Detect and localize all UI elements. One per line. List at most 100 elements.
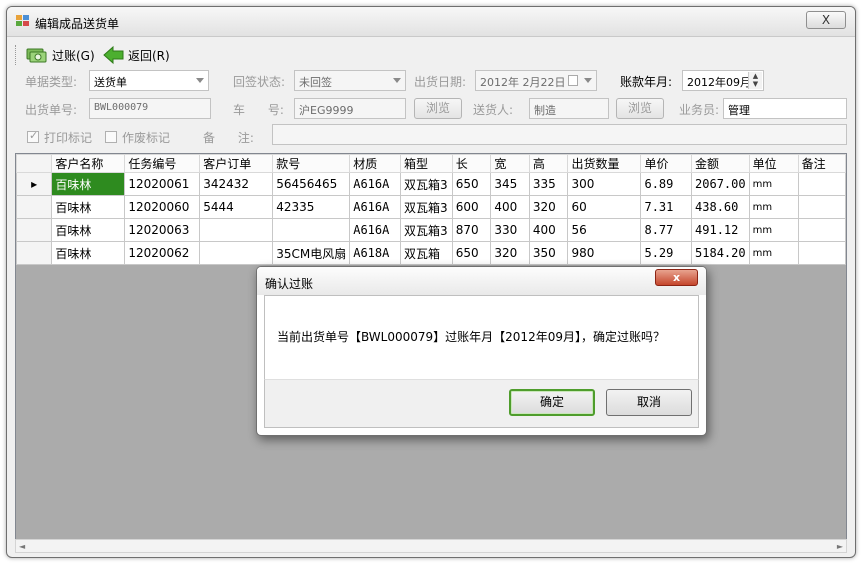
grid-cell[interactable]: mm bbox=[748, 241, 799, 265]
print-flag-checkbox[interactable] bbox=[27, 129, 39, 143]
grid-cell[interactable]: 双瓦箱3 bbox=[399, 172, 453, 196]
column-header[interactable]: 任务编号 bbox=[124, 154, 201, 173]
grid-cell[interactable] bbox=[797, 195, 846, 219]
grid-cell[interactable]: 双瓦箱 bbox=[399, 241, 453, 265]
grid-cell[interactable]: 870 bbox=[451, 218, 492, 242]
grid-cell[interactable]: 345 bbox=[490, 172, 530, 196]
grid-cell[interactable] bbox=[797, 218, 846, 242]
grid-cell[interactable]: 491.12 bbox=[691, 218, 750, 242]
row-header[interactable]: ▸ bbox=[16, 172, 53, 196]
column-header[interactable]: 箱型 bbox=[399, 154, 453, 173]
deliverer-browse-button[interactable]: 浏览 bbox=[616, 98, 664, 119]
window-close-button[interactable]: X bbox=[806, 11, 846, 29]
grid-cell[interactable]: 百味林 bbox=[51, 172, 126, 196]
vehicle-browse-button[interactable]: 浏览 bbox=[414, 98, 462, 119]
grid-cell[interactable]: 42335 bbox=[272, 195, 351, 219]
grid-cell[interactable]: 330 bbox=[490, 218, 530, 242]
grid-cell[interactable]: 320 bbox=[490, 241, 530, 265]
table-row[interactable]: 百味林 12020062 35CM电风扇 A618A 双瓦箱 650 320 350 980 5.… bbox=[16, 241, 846, 265]
dialog-close-button[interactable]: x bbox=[655, 269, 698, 286]
grid-cell[interactable]: 650 bbox=[451, 172, 492, 196]
back-button[interactable]: 返回(R) bbox=[103, 44, 170, 66]
scroll-left-icon[interactable]: ◄ bbox=[19, 542, 25, 551]
column-header[interactable]: 单价 bbox=[640, 154, 693, 173]
grid-cell[interactable]: 12020061 bbox=[124, 172, 201, 196]
table-row[interactable]: ▸ 百味林 12020061 342432 56456465 A616A 双瓦箱3 650 34… bbox=[16, 172, 846, 196]
salesman-field[interactable]: 管理 bbox=[723, 98, 847, 119]
grid-cell[interactable]: 400 bbox=[528, 218, 569, 242]
grid-cell[interactable]: 双瓦箱3 bbox=[399, 195, 453, 219]
grid-cell[interactable]: mm bbox=[748, 172, 799, 196]
grid-cell[interactable]: 2067.00 bbox=[691, 172, 750, 196]
grid-cell[interactable] bbox=[199, 241, 274, 265]
grid-cell[interactable]: 980 bbox=[567, 241, 642, 265]
grid-cell[interactable] bbox=[797, 172, 846, 196]
grid-cell[interactable]: 百味林 bbox=[51, 195, 126, 219]
grid-cell[interactable]: 百味林 bbox=[51, 218, 126, 242]
column-header[interactable]: 客户订单 bbox=[199, 154, 274, 173]
column-header[interactable]: 金额 bbox=[691, 154, 750, 173]
remark-field[interactable] bbox=[272, 124, 847, 145]
row-header[interactable] bbox=[16, 241, 53, 265]
row-header[interactable] bbox=[16, 195, 53, 219]
grid-cell[interactable] bbox=[797, 241, 846, 265]
grid-cell[interactable]: 650 bbox=[451, 241, 492, 265]
column-header[interactable]: 长 bbox=[451, 154, 492, 173]
grid-cell[interactable]: mm bbox=[748, 218, 799, 242]
grid-cell[interactable]: A616A bbox=[349, 172, 401, 196]
grid-cell[interactable]: 600 bbox=[451, 195, 492, 219]
column-header[interactable]: 出货数量 bbox=[567, 154, 642, 173]
grid-cell[interactable]: 双瓦箱3 bbox=[399, 218, 453, 242]
grid-cell[interactable]: 320 bbox=[528, 195, 569, 219]
grid-cell[interactable]: 300 bbox=[567, 172, 642, 196]
ship-date-picker[interactable]: 2012年 2月22日 bbox=[475, 70, 597, 91]
grid-cell[interactable]: 400 bbox=[490, 195, 530, 219]
horizontal-scrollbar[interactable]: ◄ ► bbox=[15, 539, 847, 553]
column-header[interactable]: 单位 bbox=[748, 154, 799, 173]
grid-cell[interactable] bbox=[272, 218, 351, 242]
column-header[interactable]: 备注 bbox=[797, 154, 846, 173]
grid-cell[interactable]: 6.89 bbox=[640, 172, 693, 196]
sign-status-select[interactable]: 未回签 bbox=[294, 70, 406, 91]
post-button[interactable]: 过账(G) bbox=[25, 44, 95, 66]
scroll-right-icon[interactable]: ► bbox=[837, 542, 843, 551]
grid-cell[interactable]: 342432 bbox=[199, 172, 274, 196]
column-header[interactable]: 客户名称 bbox=[51, 154, 126, 173]
grid-cell[interactable]: 350 bbox=[528, 241, 569, 265]
grid-cell[interactable]: 335 bbox=[528, 172, 569, 196]
grid-cell[interactable]: 5444 bbox=[199, 195, 274, 219]
grid-cell[interactable]: 8.77 bbox=[640, 218, 693, 242]
column-header[interactable]: 宽 bbox=[490, 154, 530, 173]
grid-cell[interactable] bbox=[199, 218, 274, 242]
grid-cell[interactable]: 438.60 bbox=[691, 195, 750, 219]
grid-cell[interactable]: 60 bbox=[567, 195, 642, 219]
dialog-title-bar[interactable]: 确认过账 x bbox=[257, 267, 706, 295]
column-header[interactable]: 材质 bbox=[349, 154, 401, 173]
ship-no-field[interactable]: BWL000079 bbox=[89, 98, 211, 119]
grid-cell[interactable]: 百味林 bbox=[51, 241, 126, 265]
grid-cell[interactable]: 7.31 bbox=[640, 195, 693, 219]
grid-cell[interactable]: mm bbox=[748, 195, 799, 219]
grid-cell[interactable]: 12020062 bbox=[124, 241, 201, 265]
vehicle-field[interactable]: 沪EG9999 bbox=[294, 98, 406, 119]
row-header-corner[interactable] bbox=[16, 154, 53, 173]
deliverer-field[interactable]: 制造 bbox=[529, 98, 609, 119]
grid-cell[interactable]: 56 bbox=[567, 218, 642, 242]
column-header[interactable]: 高 bbox=[528, 154, 569, 173]
toolbar-grip[interactable] bbox=[15, 45, 18, 65]
void-flag-checkbox[interactable] bbox=[105, 131, 117, 143]
row-header[interactable] bbox=[16, 218, 53, 242]
grid-cell[interactable]: A616A bbox=[349, 218, 401, 242]
grid-cell[interactable]: 12020063 bbox=[124, 218, 201, 242]
doc-type-select[interactable]: 送货单 bbox=[89, 70, 209, 91]
title-bar[interactable]: 编辑成品送货单 X bbox=[7, 7, 855, 37]
account-month-spinner[interactable]: 2012年09月 ▲ ▼ bbox=[682, 70, 764, 91]
spinner-arrows-icon[interactable]: ▲ ▼ bbox=[748, 72, 762, 89]
grid-cell[interactable]: A616A bbox=[349, 195, 401, 219]
grid-cell[interactable]: 5.29 bbox=[640, 241, 693, 265]
table-row[interactable]: 百味林 12020063 A616A 双瓦箱3 870 330 400 56 8.77 491.1… bbox=[16, 218, 846, 242]
grid-cell[interactable]: 5184.20 bbox=[691, 241, 750, 265]
grid-cell[interactable]: 35CM电风扇 bbox=[272, 241, 351, 265]
grid-cell[interactable]: 56456465 bbox=[272, 172, 351, 196]
ok-button[interactable]: 确定 bbox=[509, 389, 595, 416]
